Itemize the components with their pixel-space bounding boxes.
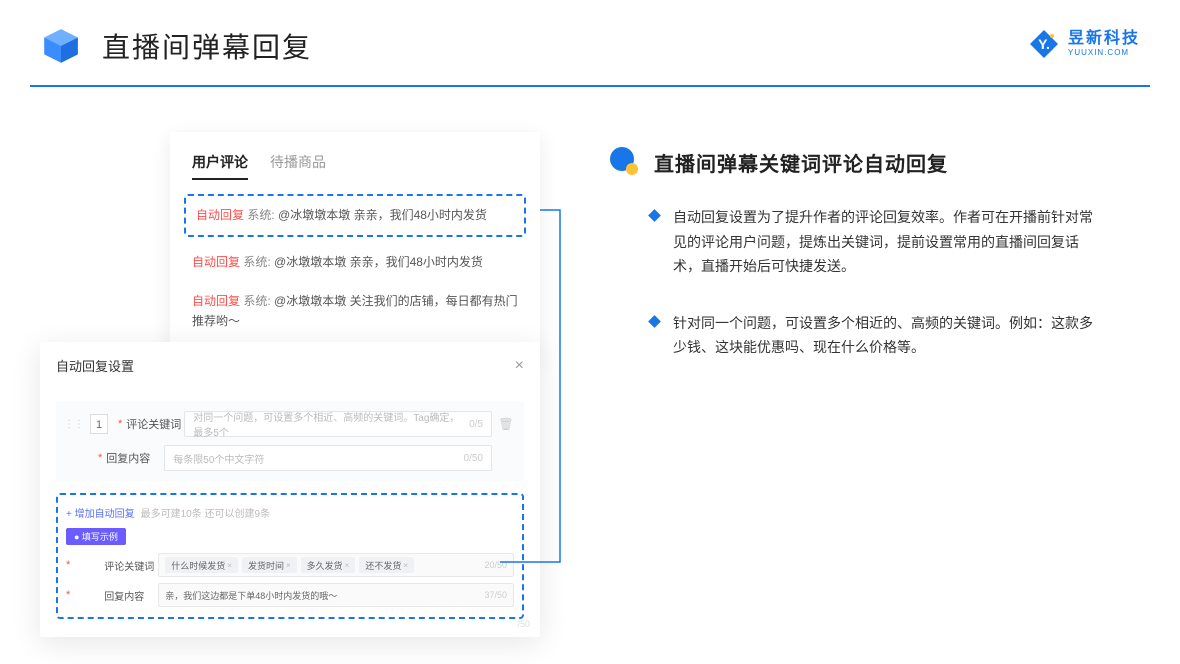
diamond-icon — [648, 315, 661, 328]
delete-icon[interactable]: 🗑 — [496, 417, 516, 431]
section-heading: 直播间弹幕关键词评论自动回复 — [654, 148, 948, 177]
chat-bubble-icon — [610, 147, 640, 177]
page-header: 直播间弹幕回复 Y. 昱新科技 YUUXIN.COM — [0, 0, 1180, 82]
keyword-counter: 0/5 — [469, 419, 483, 430]
ex-reply-input[interactable]: 亲，我们这边都是下单48小时内发货的哦～ 37/50 — [158, 583, 514, 607]
bullet-item: 针对同一个问题，可设置多个相近的、高频的关键词。例如：这款多少钱、这块能优惠吗、… — [610, 311, 1140, 360]
comment-row: 自动回复 系统: @冰墩墩本墩 关注我们的店铺，每日都有热门推荐哟～ — [170, 282, 540, 340]
description-pane: 直播间弹幕关键词评论自动回复 自动回复设置为了提升作者的评论回复效率。作者可在开… — [550, 132, 1140, 632]
brand-name: 昱新科技 — [1068, 31, 1140, 47]
settings-modal: 自动回复设置 × ⋮⋮ 1 * 评论关键词 对同一个问题，可设置多个相近、高频的… — [40, 342, 540, 637]
brand-sub: YUUXIN.COM — [1068, 49, 1140, 57]
page-title: 直播间弹幕回复 — [102, 26, 312, 66]
ex-kw-counter: 20/50 — [484, 560, 507, 570]
reply-counter: 0/50 — [464, 453, 483, 464]
required-dot: * — [118, 418, 122, 430]
close-icon[interactable]: × — [515, 357, 524, 375]
screenshots-pane: 用户评论 待播商品 自动回复 系统: @冰墩墩本墩 亲亲，我们48小时内发货 自… — [40, 132, 550, 632]
keyword-label: 评论关键词 — [126, 416, 184, 432]
form-rule: ⋮⋮ 1 * 评论关键词 对同一个问题，可设置多个相近、高频的关键词。Tag确定… — [56, 401, 524, 481]
tag-chip[interactable]: 多久发货× — [301, 557, 356, 573]
svg-text:Y.: Y. — [1038, 36, 1050, 52]
ex-kw-label: 评论关键词 — [104, 558, 158, 573]
example-block: + 增加自动回复最多可建10条 还可以创建9条 ● 填写示例 * 评论关键词 什… — [56, 493, 524, 619]
auto-reply-tag: 自动回复 — [196, 208, 244, 222]
comment-row: 自动回复 系统: @冰墩墩本墩 亲亲，我们48小时内发货 — [170, 243, 540, 282]
tag-chip[interactable]: 什么时候发货× — [165, 557, 238, 573]
ex-reply-label: 回复内容 — [104, 588, 158, 603]
tab-pending-goods[interactable]: 待播商品 — [270, 152, 326, 180]
tabs: 用户评论 待播商品 — [170, 152, 540, 194]
ex-kw-input[interactable]: 什么时候发货× 发货时间× 多久发货× 还不发货× 20/50 — [158, 553, 514, 577]
tab-user-comments[interactable]: 用户评论 — [192, 152, 248, 180]
tag-chip[interactable]: 还不发货× — [359, 557, 414, 573]
keyword-input[interactable]: 对同一个问题，可设置多个相近、高频的关键词。Tag确定，最多5个 0/5 — [184, 411, 492, 437]
comment-row-highlighted: 自动回复 系统: @冰墩墩本墩 亲亲，我们48小时内发货 — [184, 194, 526, 237]
ghost-counter: /50 — [517, 619, 530, 629]
diamond-icon — [648, 209, 661, 222]
bullet-item: 自动回复设置为了提升作者的评论回复效率。作者可在开播前针对常见的评论用户问题，提… — [610, 205, 1140, 279]
ex-reply-counter: 37/50 — [484, 590, 507, 600]
cube-icon — [40, 25, 82, 67]
reply-label: 回复内容 — [106, 450, 164, 466]
reply-input[interactable]: 每条限50个中文字符 0/50 — [164, 445, 492, 471]
modal-title: 自动回复设置 — [56, 356, 134, 375]
header-divider — [30, 85, 1150, 87]
brand-icon: Y. — [1028, 28, 1060, 60]
rule-number: 1 — [90, 414, 108, 434]
tag-chip[interactable]: 发货时间× — [242, 557, 297, 573]
add-reply-link[interactable]: + 增加自动回复最多可建10条 还可以创建9条 — [66, 505, 514, 520]
comments-card: 用户评论 待播商品 自动回复 系统: @冰墩墩本墩 亲亲，我们48小时内发货 自… — [170, 132, 540, 361]
brand-logo: Y. 昱新科技 YUUXIN.COM — [1028, 28, 1140, 60]
drag-icon[interactable]: ⋮⋮ — [64, 419, 84, 430]
example-badge: ● 填写示例 — [66, 528, 126, 545]
